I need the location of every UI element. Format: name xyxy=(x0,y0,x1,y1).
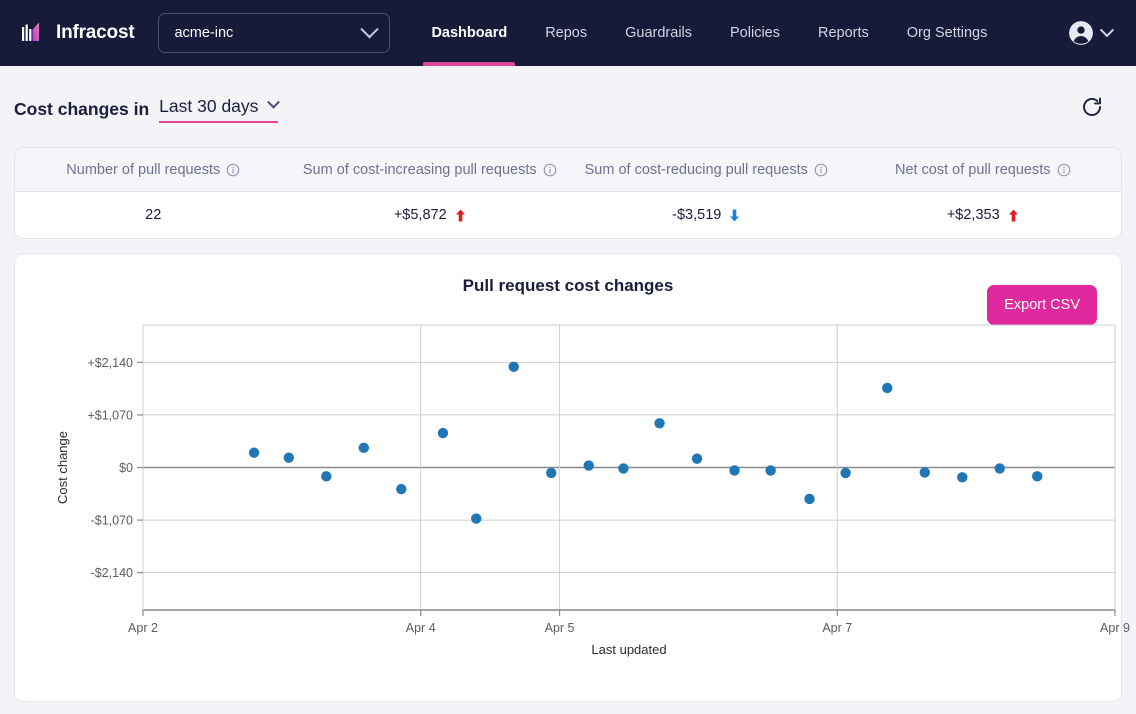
stat-header-label: Net cost of pull requests xyxy=(894,161,1051,178)
nav-label: Dashboard xyxy=(431,25,508,41)
chevron-down-icon xyxy=(1099,23,1115,38)
scatter-point[interactable] xyxy=(618,463,629,474)
scatter-point[interactable] xyxy=(248,447,260,458)
y-tick-label: +$2,140 xyxy=(87,356,133,370)
nav-label: Policies xyxy=(730,25,780,41)
nav-label: Reports xyxy=(817,25,869,41)
scatter-point[interactable] xyxy=(283,452,294,463)
page-header: Cost changes in Last 30 days xyxy=(0,66,1136,132)
stat-header-cost-increasing: Sum of cost-increasing pull requests xyxy=(292,148,569,191)
x-tick-label: Apr 2 xyxy=(128,621,158,635)
scatter-point[interactable] xyxy=(358,442,369,454)
top-navigation-bar: Infracost acme-inc Dashboard Repos Guard… xyxy=(0,0,1136,66)
scatter-point[interactable] xyxy=(471,513,482,524)
arrow-up-icon xyxy=(1008,209,1019,222)
stat-header-net-cost: Net cost of pull requests xyxy=(845,148,1122,191)
date-range-value: Last 30 days xyxy=(159,95,259,116)
nav-item-repos[interactable]: Repos xyxy=(526,0,606,66)
refresh-icon xyxy=(1080,96,1104,123)
scatter-point[interactable] xyxy=(321,471,332,482)
chart-title: Pull request cost changes xyxy=(462,276,674,295)
x-axis-title: Last updated xyxy=(591,642,666,657)
nav-item-dashboard[interactable]: Dashboard xyxy=(412,0,526,66)
scatter-plot-svg[interactable]: +$2,140 +$1,070 $0 -$1,070 -$2,140 Apr 2 Apr 4… xyxy=(15,320,1136,700)
brand-logo[interactable]: Infracost xyxy=(14,20,135,46)
chevron-down-icon xyxy=(360,19,380,38)
account-menu[interactable] xyxy=(1068,20,1122,46)
org-switcher[interactable]: acme-inc xyxy=(158,13,391,53)
scatter-point[interactable] xyxy=(437,427,449,439)
nav-item-policies[interactable]: Policies xyxy=(711,0,799,66)
summary-stats-value-row: 22 +$5,872 -$3,519 +$2,353 xyxy=(15,192,1121,238)
nav-item-org-settings[interactable]: Org Settings xyxy=(888,0,1007,66)
scatter-point[interactable] xyxy=(882,382,893,394)
summary-stats-card: Number of pull requests Sum of cost-incr… xyxy=(14,147,1122,239)
page-title: Cost changes in xyxy=(14,98,150,119)
scatter-point[interactable] xyxy=(508,361,519,372)
scatter-point[interactable] xyxy=(919,467,930,478)
stat-value-cost-increasing: +$5,872 xyxy=(292,192,569,238)
arrow-down-icon xyxy=(729,209,740,222)
info-icon[interactable] xyxy=(543,163,557,177)
chart-card: Pull request cost changes Export CSV +$2… xyxy=(14,253,1130,702)
x-tick-label: Apr 7 xyxy=(822,621,852,635)
scatter-plot[interactable]: +$2,140 +$1,070 $0 -$1,070 -$2,140 Apr 2 Apr 4… xyxy=(15,320,1136,700)
chevron-down-icon xyxy=(267,95,281,109)
nav-label: Guardrails xyxy=(625,25,693,41)
stat-value: +$2,353 xyxy=(946,207,1000,223)
summary-stats-header-row: Number of pull requests Sum of cost-incr… xyxy=(15,148,1121,192)
info-icon[interactable] xyxy=(1057,163,1071,177)
scatter-point[interactable] xyxy=(691,453,703,464)
scatter-point[interactable] xyxy=(396,483,407,495)
stat-header-label: Sum of cost-reducing pull requests xyxy=(584,161,808,178)
x-tick-label: Apr 9 xyxy=(1100,621,1130,635)
stat-header-cost-reducing: Sum of cost-reducing pull requests xyxy=(568,148,845,191)
nav-label: Repos xyxy=(545,25,588,41)
stat-value-net-cost: +$2,353 xyxy=(845,192,1122,238)
date-range-picker[interactable]: Last 30 days xyxy=(159,95,281,123)
primary-nav: Dashboard Repos Guardrails Policies Repo… xyxy=(412,0,1006,66)
user-circle-icon xyxy=(1068,20,1094,46)
scatter-point[interactable] xyxy=(765,465,776,476)
infracost-logo-icon xyxy=(21,20,47,46)
y-tick-label: $0 xyxy=(119,461,133,475)
arrow-up-icon xyxy=(455,209,466,222)
y-tick-label: +$1,070 xyxy=(87,408,133,422)
refresh-button[interactable] xyxy=(1080,95,1122,124)
stat-value-cost-reducing: -$3,519 xyxy=(568,192,845,238)
scatter-point[interactable] xyxy=(1032,471,1043,482)
export-csv-button[interactable]: Export CSV xyxy=(987,285,1097,325)
stat-header-label: Number of pull requests xyxy=(66,161,221,178)
stat-header-number-of-pull-requests: Number of pull requests xyxy=(15,148,292,191)
y-tick-label: -$2,140 xyxy=(91,566,133,580)
y-tick-label: -$1,070 xyxy=(91,514,133,528)
nav-item-guardrails[interactable]: Guardrails xyxy=(606,0,711,66)
nav-label: Org Settings xyxy=(906,25,988,41)
info-icon[interactable] xyxy=(226,163,240,177)
scatter-point[interactable] xyxy=(729,465,740,476)
org-switcher-value: acme-inc xyxy=(174,25,234,41)
scatter-point[interactable] xyxy=(840,467,851,479)
stat-value: +$5,872 xyxy=(393,207,447,223)
stat-value-number-of-pull-requests: 22 xyxy=(15,192,292,238)
scatter-point[interactable] xyxy=(804,493,815,505)
info-icon[interactable] xyxy=(814,163,828,177)
x-tick-label: Apr 5 xyxy=(545,621,575,635)
scatter-point[interactable] xyxy=(994,463,1005,474)
nav-item-reports[interactable]: Reports xyxy=(799,0,888,66)
y-axis-title: Cost change xyxy=(55,431,70,504)
brand-name: Infracost xyxy=(56,22,135,43)
scatter-point[interactable] xyxy=(583,460,594,471)
stat-value: -$3,519 xyxy=(672,207,722,223)
stat-header-label: Sum of cost-increasing pull requests xyxy=(302,161,537,178)
scatter-point[interactable] xyxy=(654,418,665,429)
x-tick-label: Apr 4 xyxy=(406,621,436,635)
scatter-point[interactable] xyxy=(957,472,968,483)
stat-value: 22 xyxy=(145,207,162,223)
scatter-point[interactable] xyxy=(546,467,557,479)
